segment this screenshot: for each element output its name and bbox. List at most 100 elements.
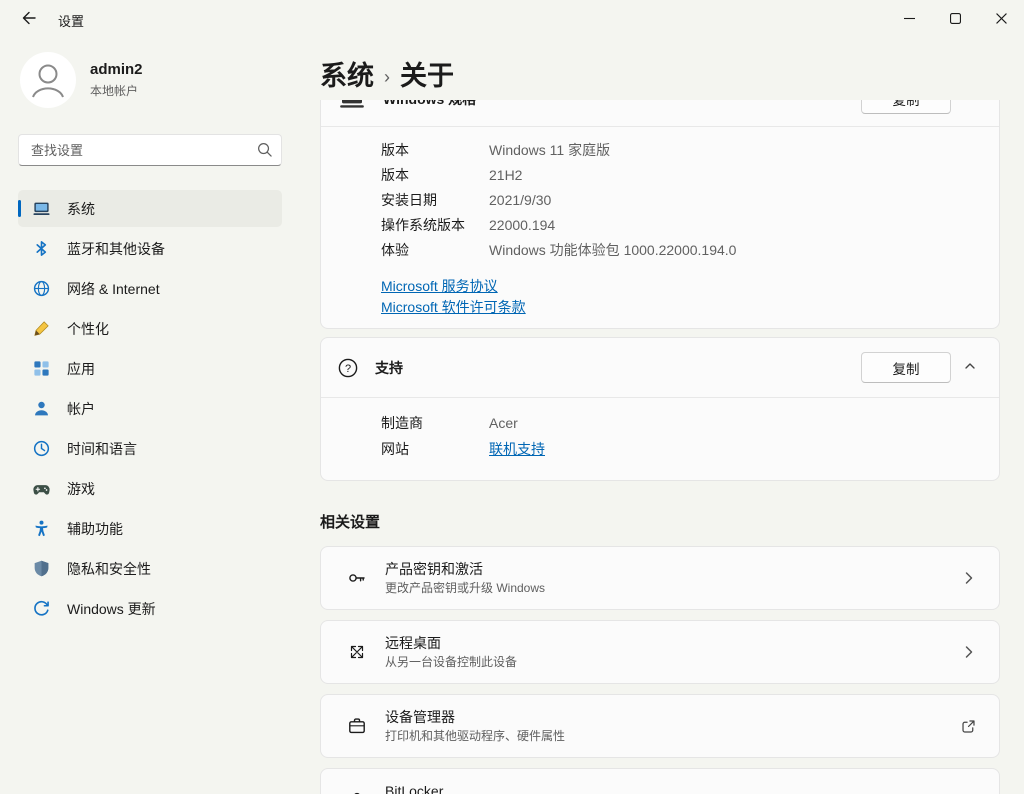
sidebar-item-accessibility[interactable]: 辅助功能	[18, 510, 282, 547]
selected-indicator	[18, 200, 21, 217]
window-title: 设置	[58, 11, 84, 30]
sidebar-item-time-language[interactable]: 时间和语言	[18, 430, 282, 467]
support-label: 制造商	[381, 413, 489, 433]
related-card-bitlocker[interactable]: BitLocker 设备加密密钥帮助保护数据	[320, 768, 1000, 794]
sidebar-item-label: 时间和语言	[67, 439, 137, 459]
sidebar-item-privacy-security[interactable]: 隐私和安全性	[18, 550, 282, 587]
sidebar-item-label: 应用	[67, 359, 95, 379]
sidebar-item-gaming[interactable]: 游戏	[18, 470, 282, 507]
support-header[interactable]: ? 支持 复制	[321, 338, 999, 398]
search-input[interactable]	[18, 134, 282, 166]
breadcrumb-system[interactable]: 系统	[320, 54, 374, 93]
support-row-website: 网站 联机支持	[381, 436, 975, 462]
spec-label: 版本	[381, 165, 489, 185]
related-card-subtitle: 更改产品密钥或升级 Windows	[385, 581, 545, 595]
user-account-block[interactable]: admin2 本地帐户	[18, 50, 282, 124]
related-card-title: BitLocker	[385, 783, 529, 794]
windows-spec-rows: 版本 Windows 11 家庭版 版本 21H2 安装日期 2021/9/30…	[321, 127, 999, 272]
copy-spec-button[interactable]: 复制	[861, 100, 951, 114]
sidebar: admin2 本地帐户 系统 蓝牙和其他设备 网络 & Intern	[0, 40, 300, 794]
windows-spec-card: Windows 规格 复制 版本 Windows 11 家庭版 版本 21H2 …	[320, 100, 1000, 329]
spec-value: 21H2	[489, 167, 975, 183]
spec-label: 版本	[381, 140, 489, 160]
spec-label: 安装日期	[381, 190, 489, 210]
personalization-icon	[32, 319, 51, 338]
support-row-manufacturer: 制造商 Acer	[381, 410, 975, 436]
sidebar-item-label: 网络 & Internet	[67, 279, 160, 299]
minimize-icon	[904, 12, 915, 27]
software-license-link[interactable]: Microsoft 软件许可条款	[381, 297, 526, 318]
minimize-button[interactable]	[886, 0, 932, 38]
close-button[interactable]	[978, 0, 1024, 38]
apps-icon	[32, 359, 51, 378]
sidebar-item-bluetooth-devices[interactable]: 蓝牙和其他设备	[18, 230, 282, 267]
accounts-icon	[32, 399, 51, 418]
sidebar-item-system[interactable]: 系统	[18, 190, 282, 227]
back-button[interactable]	[10, 5, 48, 35]
sidebar-item-windows-update[interactable]: Windows 更新	[18, 590, 282, 627]
gaming-icon	[32, 479, 51, 498]
services-agreement-link[interactable]: Microsoft 服务协议	[381, 276, 498, 297]
laptop-spec-icon	[337, 100, 367, 114]
spec-row-edition: 版本 Windows 11 家庭版	[381, 137, 975, 162]
external-link-icon	[960, 718, 977, 735]
sidebar-item-apps[interactable]: 应用	[18, 350, 282, 387]
collapse-support-button[interactable]	[955, 352, 985, 383]
spec-row-version: 版本 21H2	[381, 162, 975, 187]
question-circle-icon: ?	[337, 357, 359, 379]
sidebar-item-personalization[interactable]: 个性化	[18, 310, 282, 347]
related-card-title: 设备管理器	[385, 709, 565, 725]
breadcrumb: 系统 › 关于	[320, 40, 1000, 93]
online-support-link[interactable]: 联机支持	[489, 439, 545, 459]
avatar	[20, 52, 76, 108]
time-language-icon	[32, 439, 51, 458]
spec-value: Windows 11 家庭版	[489, 140, 975, 160]
related-card-remote-desktop[interactable]: 远程桌面 从另一台设备控制此设备	[320, 620, 1000, 684]
sidebar-item-label: Windows 更新	[67, 599, 156, 619]
privacy-shield-icon	[32, 559, 51, 578]
chevron-up-icon	[963, 100, 977, 107]
sidebar-item-network-internet[interactable]: 网络 & Internet	[18, 270, 282, 307]
person-icon	[20, 52, 76, 108]
search-box	[18, 134, 282, 166]
sidebar-item-label: 隐私和安全性	[67, 559, 151, 579]
network-icon	[32, 279, 51, 298]
chevron-right-icon	[961, 570, 977, 586]
breadcrumb-about: 关于	[400, 54, 454, 93]
sidebar-item-label: 游戏	[67, 479, 95, 499]
user-account-type: 本地帐户	[90, 82, 143, 99]
spec-label: 操作系统版本	[381, 215, 489, 235]
lock-icon	[347, 790, 367, 794]
related-card-device-manager[interactable]: 设备管理器 打印机和其他驱动程序、硬件属性	[320, 694, 1000, 758]
scroll-viewport[interactable]: Windows 规格 复制 版本 Windows 11 家庭版 版本 21H2 …	[320, 100, 1000, 794]
related-card-title: 远程桌面	[385, 635, 517, 651]
system-icon	[32, 199, 51, 218]
related-card-product-key[interactable]: 产品密钥和激活 更改产品密钥或升级 Windows	[320, 546, 1000, 610]
window-controls	[886, 0, 1024, 38]
device-manager-icon	[347, 716, 367, 736]
sidebar-item-label: 系统	[67, 199, 95, 219]
sidebar-item-accounts[interactable]: 帐户	[18, 390, 282, 427]
spec-value: Windows 功能体验包 1000.22000.194.0	[489, 240, 975, 260]
maximize-button[interactable]	[932, 0, 978, 38]
collapse-spec-button[interactable]	[955, 100, 985, 114]
titlebar: 设置	[0, 0, 1024, 40]
back-arrow-icon	[21, 10, 37, 31]
svg-text:?: ?	[345, 363, 351, 375]
remote-desktop-icon	[347, 642, 367, 662]
spec-value: 22000.194	[489, 217, 975, 233]
bluetooth-icon	[32, 239, 51, 258]
sidebar-nav: 系统 蓝牙和其他设备 网络 & Internet 个性化 应用	[18, 190, 282, 627]
windows-spec-title: Windows 规格	[383, 100, 476, 109]
support-label: 网站	[381, 439, 489, 459]
support-card: ? 支持 复制 制造商 Acer 网站 联机支持	[320, 337, 1000, 481]
related-card-text: BitLocker 设备加密密钥帮助保护数据	[385, 783, 529, 794]
windows-spec-header[interactable]: Windows 规格 复制	[321, 100, 999, 127]
user-info: admin2 本地帐户	[90, 61, 143, 99]
spec-row-installed-on: 安装日期 2021/9/30	[381, 187, 975, 212]
related-settings-heading: 相关设置	[320, 511, 1000, 532]
related-card-text: 设备管理器 打印机和其他驱动程序、硬件属性	[385, 709, 565, 743]
key-icon	[347, 568, 367, 588]
copy-support-button[interactable]: 复制	[861, 352, 951, 383]
maximize-icon	[950, 12, 961, 27]
